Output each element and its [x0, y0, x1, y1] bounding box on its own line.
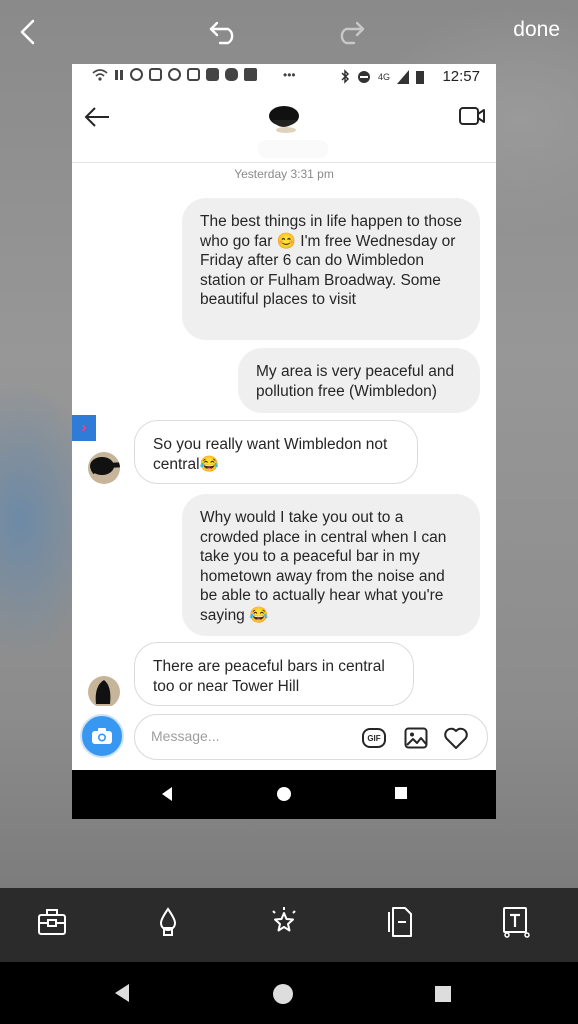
- tool-crop-button[interactable]: [32, 902, 72, 942]
- message-input[interactable]: [149, 727, 343, 745]
- redacted-contact-name: [258, 140, 328, 158]
- image-icon: [244, 68, 257, 81]
- image-icon: [404, 727, 428, 749]
- sender-avatar[interactable]: [88, 452, 120, 484]
- status-bar: ••• 4G 12:57: [72, 64, 496, 90]
- message-bubble-sent[interactable]: The best things in life happen to those …: [182, 198, 480, 340]
- message-bubble-sent[interactable]: My area is very peaceful and pollution f…: [238, 348, 480, 413]
- tool-text-button[interactable]: [496, 902, 536, 942]
- message-timestamp: Yesterday 3:31 pm: [234, 167, 334, 181]
- video-camera-icon: [459, 107, 485, 125]
- notification-icons: •••: [92, 68, 296, 82]
- contact-avatar[interactable]: [264, 102, 304, 136]
- signal-icon: [397, 69, 409, 84]
- message-bubble-received[interactable]: So you really want Wimbledon not central…: [134, 420, 418, 484]
- tool-document-button[interactable]: [380, 902, 420, 942]
- message-bubble-received[interactable]: There are peaceful bars in central too o…: [134, 642, 414, 706]
- more-notifications-icon: •••: [283, 68, 296, 82]
- video-call-button[interactable]: [458, 104, 486, 128]
- tool-effects-button[interactable]: [264, 902, 304, 942]
- like-button[interactable]: [443, 725, 469, 751]
- briefcase-icon: [38, 909, 66, 935]
- sparkle-icon: [272, 907, 296, 932]
- redacted-avatar-icon: [269, 106, 299, 133]
- message-composer: GIF: [72, 706, 496, 770]
- nav-back-icon: [162, 787, 172, 801]
- battery-icon: [416, 70, 424, 84]
- arrow-left-icon: [84, 107, 109, 127]
- system-back-button[interactable]: [112, 982, 132, 1009]
- system-recents-button[interactable]: [434, 985, 452, 1008]
- screenshot-nav-bar: [72, 770, 496, 819]
- app-icon: [225, 68, 238, 81]
- chevron-left-icon: [20, 19, 35, 45]
- tool-adjust-button[interactable]: [148, 902, 188, 942]
- message-bubble-sent[interactable]: Why would I take you out to a crowded pl…: [182, 494, 480, 636]
- sender-avatar[interactable]: [88, 676, 120, 708]
- shield-icon: [206, 68, 219, 81]
- system-nav-bar: [0, 962, 578, 1024]
- camera-icon: [92, 728, 112, 744]
- back-button[interactable]: [10, 14, 46, 50]
- editor-toolbar: [0, 888, 578, 962]
- nav-home-icon: [277, 787, 291, 801]
- gif-icon: GIF: [362, 728, 386, 748]
- undo-button[interactable]: [204, 14, 244, 50]
- square-recents-icon: [435, 986, 451, 1002]
- chat-header: [72, 90, 496, 163]
- wifi-icon: [92, 69, 108, 81]
- chat-icon: [130, 68, 143, 81]
- circle-home-icon: [273, 984, 293, 1004]
- heart-icon: [444, 727, 468, 749]
- done-button[interactable]: done: [513, 18, 560, 42]
- redacted-avatar-icon: [95, 680, 111, 704]
- gallery-button[interactable]: [403, 725, 429, 751]
- gif-button[interactable]: GIF: [361, 725, 387, 751]
- document-icon: [388, 907, 412, 937]
- message-input-box: GIF: [134, 714, 488, 760]
- status-time: 12:57: [442, 68, 480, 85]
- text-icon: [503, 907, 530, 938]
- mail-icon: [187, 68, 200, 81]
- share-tag: ›: [72, 415, 96, 441]
- dnd-icon: [357, 70, 370, 83]
- system-home-button[interactable]: [272, 983, 294, 1010]
- chat-back-button[interactable]: [82, 102, 112, 132]
- undo-icon: [209, 21, 234, 45]
- camera-button[interactable]: [80, 714, 124, 758]
- bluetooth-icon: [341, 69, 350, 84]
- pause-icon: [115, 70, 123, 80]
- redo-icon: [340, 21, 365, 45]
- chat-screenshot: ••• 4G 12:57 Yesterday 3:31 pm The best …: [72, 64, 496, 819]
- editor-top-bar: done: [0, 0, 578, 64]
- system-icons: 4G: [340, 69, 424, 84]
- triangle-back-icon: [115, 984, 129, 1002]
- drop-icon: [159, 907, 177, 936]
- clock-icon: [168, 68, 181, 81]
- r-icon: [149, 68, 162, 81]
- network-type: 4G: [377, 71, 390, 82]
- redacted-avatar-icon: [90, 457, 120, 475]
- nav-recents-icon: [395, 787, 407, 799]
- redo-button[interactable]: [330, 14, 370, 50]
